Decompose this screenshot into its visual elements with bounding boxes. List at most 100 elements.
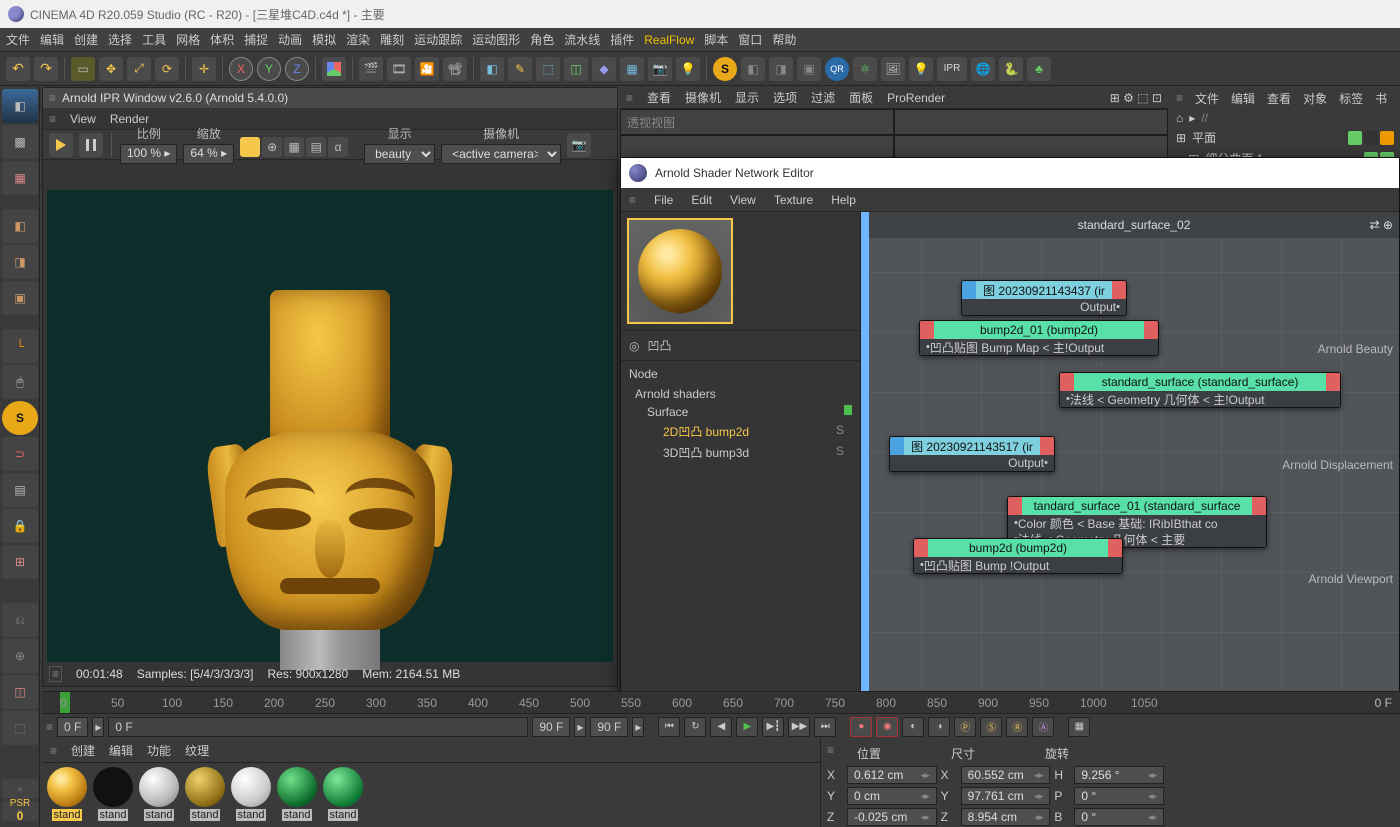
goto-start-button[interactable]: ⏮ bbox=[658, 717, 680, 737]
loop-button[interactable]: ↻ bbox=[684, 717, 706, 737]
node-bump2d[interactable]: bump2d (bump2d) • 凹凸贴图 Bump !Output bbox=[913, 538, 1123, 574]
frame-start-spin[interactable]: ▸ bbox=[92, 717, 104, 737]
coord-sys-button[interactable] bbox=[322, 57, 346, 81]
rot-Y[interactable]: 0 °◂▸ bbox=[1074, 787, 1164, 805]
om-menu-2[interactable]: 查看 bbox=[1267, 90, 1291, 107]
sh-menu-2[interactable]: View bbox=[730, 193, 756, 207]
prim-pen-button[interactable]: ✎ bbox=[508, 57, 532, 81]
menu-16[interactable]: 插件 bbox=[610, 31, 634, 48]
render-button[interactable]: 🎬 bbox=[359, 57, 383, 81]
vp-menu-1[interactable]: 摄像机 bbox=[685, 89, 721, 106]
menu-6[interactable]: 体积 bbox=[210, 31, 234, 48]
scale-tool[interactable]: ⤢ bbox=[127, 57, 151, 81]
target-icon[interactable]: ◎ bbox=[629, 339, 639, 353]
render-settings-button[interactable]: 🎦 bbox=[415, 57, 439, 81]
viewport-cell-perspective[interactable]: 透视视图 bbox=[620, 109, 894, 135]
misc2-button[interactable]: ⊕ bbox=[2, 639, 38, 673]
tree-bump3d[interactable]: 3D凹凸 bump3dS bbox=[629, 442, 852, 463]
om-menu-4[interactable]: 标签 bbox=[1339, 90, 1363, 107]
menu-8[interactable]: 动画 bbox=[278, 31, 302, 48]
menu-19[interactable]: 窗口 bbox=[738, 31, 762, 48]
key-all-button[interactable]: ◑ bbox=[928, 717, 950, 737]
rot-Z[interactable]: 0 °◂▸ bbox=[1074, 808, 1164, 826]
workplane-button[interactable]: ▤ bbox=[2, 473, 38, 507]
timeline-ruler[interactable]: 0 F 050100150200250300350400450500550600… bbox=[42, 691, 1400, 713]
grid-mode-button[interactable]: ▦ bbox=[2, 161, 38, 195]
plugin-cube3-button[interactable]: ▣ bbox=[797, 57, 821, 81]
key-sel-button[interactable]: ◐ bbox=[902, 717, 924, 737]
node-bump2d-01[interactable]: bump2d_01 (bump2d) • 凹凸贴图 Bump Map < 主!O… bbox=[919, 320, 1159, 356]
mouse-button[interactable]: 🖱 bbox=[2, 365, 38, 399]
matmenu-1[interactable]: 编辑 bbox=[109, 742, 133, 759]
axis-z-button[interactable]: Z bbox=[285, 57, 309, 81]
tree-arnold-shaders[interactable]: Arnold shaders bbox=[629, 385, 852, 403]
prim-cube-button[interactable]: ◧ bbox=[480, 57, 504, 81]
menu-18[interactable]: 脚本 bbox=[704, 31, 728, 48]
material-1[interactable]: stand bbox=[92, 767, 134, 821]
material-3[interactable]: stand bbox=[184, 767, 226, 821]
plugin-s-button[interactable]: S bbox=[713, 57, 737, 81]
ipr-title-bar[interactable]: ≡ Arnold IPR Window v2.6.0 (Arnold 5.4.0… bbox=[43, 88, 617, 108]
sh-menu-4[interactable]: Help bbox=[831, 193, 856, 207]
ipr-display-select[interactable]: beauty bbox=[364, 144, 435, 164]
node-standard-surface[interactable]: standard_surface (standard_surface) • 法线… bbox=[1059, 372, 1341, 408]
magnet-button[interactable]: ⊃ bbox=[2, 437, 38, 471]
ipr-shade3-button[interactable]: ▦ bbox=[284, 137, 304, 157]
shader-title-bar[interactable]: Arnold Shader Network Editor bbox=[621, 158, 1399, 188]
om-menu-0[interactable]: 文件 bbox=[1195, 90, 1219, 107]
plugin-qr-button[interactable]: QR bbox=[825, 57, 849, 81]
ipr-shade2-button[interactable]: ⊕ bbox=[262, 137, 282, 157]
vp-menu-2[interactable]: 显示 bbox=[735, 89, 759, 106]
matmenu-2[interactable]: 功能 bbox=[147, 742, 171, 759]
pos-X[interactable]: 0.612 cm◂▸ bbox=[847, 766, 937, 784]
last-tool[interactable]: ✛ bbox=[192, 57, 216, 81]
matmenu-0[interactable]: 创建 bbox=[71, 742, 95, 759]
material-2[interactable]: stand bbox=[138, 767, 180, 821]
sh-menu-1[interactable]: Edit bbox=[691, 193, 712, 207]
menu-12[interactable]: 运动跟踪 bbox=[414, 31, 462, 48]
key-pos-button[interactable]: Ⓟ bbox=[954, 717, 976, 737]
redo-button[interactable]: ↷ bbox=[34, 57, 58, 81]
menu-15[interactable]: 流水线 bbox=[564, 31, 600, 48]
menu-7[interactable]: 捕捉 bbox=[244, 31, 268, 48]
menu-13[interactable]: 运动图形 bbox=[472, 31, 520, 48]
prim-generator-button[interactable]: ◫ bbox=[564, 57, 588, 81]
cube2-button[interactable]: ◨ bbox=[2, 245, 38, 279]
plugin-mol-button[interactable]: ⚛ bbox=[853, 57, 877, 81]
next-key-button[interactable]: ▶▶ bbox=[788, 717, 810, 737]
plugin-bulb-button[interactable]: 💡 bbox=[909, 57, 933, 81]
ipr-viewport[interactable] bbox=[47, 190, 613, 662]
om-menu-1[interactable]: 编辑 bbox=[1231, 90, 1255, 107]
plugin-cube2-button[interactable]: ◨ bbox=[769, 57, 793, 81]
menu-2[interactable]: 创建 bbox=[74, 31, 98, 48]
tex-mode-button[interactable]: ▩ bbox=[2, 125, 38, 159]
shader-graph[interactable]: standard_surface_02⇄ ⊕ Arnold Beauty Arn… bbox=[861, 212, 1399, 696]
ipr-camera-select[interactable]: <active camera> bbox=[441, 144, 561, 164]
ipr-play-button[interactable] bbox=[49, 133, 73, 157]
rotate-tool[interactable]: ⟳ bbox=[155, 57, 179, 81]
ipr-shade4-button[interactable]: ▤ bbox=[306, 137, 326, 157]
sh-menu-3[interactable]: Texture bbox=[774, 193, 813, 207]
plugin-globe-button[interactable]: 🌐 bbox=[971, 57, 995, 81]
select-tool[interactable]: ▭ bbox=[71, 57, 95, 81]
size-X[interactable]: 60.552 cm◂▸ bbox=[961, 766, 1051, 784]
move-tool[interactable]: ✥ bbox=[99, 57, 123, 81]
plugin-img-button[interactable]: 🖼 bbox=[881, 57, 905, 81]
rot-X[interactable]: 9.256 °◂▸ bbox=[1074, 766, 1164, 784]
cube3-button[interactable]: ▣ bbox=[2, 281, 38, 315]
material-4[interactable]: stand bbox=[230, 767, 272, 821]
key-param-button[interactable]: Ⓐ bbox=[1032, 717, 1054, 737]
menu-1[interactable]: 编辑 bbox=[40, 31, 64, 48]
vp-menu-6[interactable]: ProRender bbox=[887, 91, 945, 105]
om-menu-3[interactable]: 对象 bbox=[1303, 90, 1327, 107]
ipr-zoom-field[interactable]: 64 % ▸ bbox=[183, 144, 234, 164]
prim-light-button[interactable]: 💡 bbox=[676, 57, 700, 81]
key-rot-button[interactable]: Ⓡ bbox=[1006, 717, 1028, 737]
key-scale-button[interactable]: Ⓢ bbox=[980, 717, 1002, 737]
step-back-button[interactable]: ◀ bbox=[710, 717, 732, 737]
material-0[interactable]: stand bbox=[46, 767, 88, 821]
tree-bump2d[interactable]: 2D凹凸 bump2dS bbox=[629, 421, 852, 442]
s-plugin-button[interactable]: S bbox=[2, 401, 38, 435]
matmenu-3[interactable]: 纹理 bbox=[185, 742, 209, 759]
om-menu-5[interactable]: 书 bbox=[1375, 90, 1387, 107]
